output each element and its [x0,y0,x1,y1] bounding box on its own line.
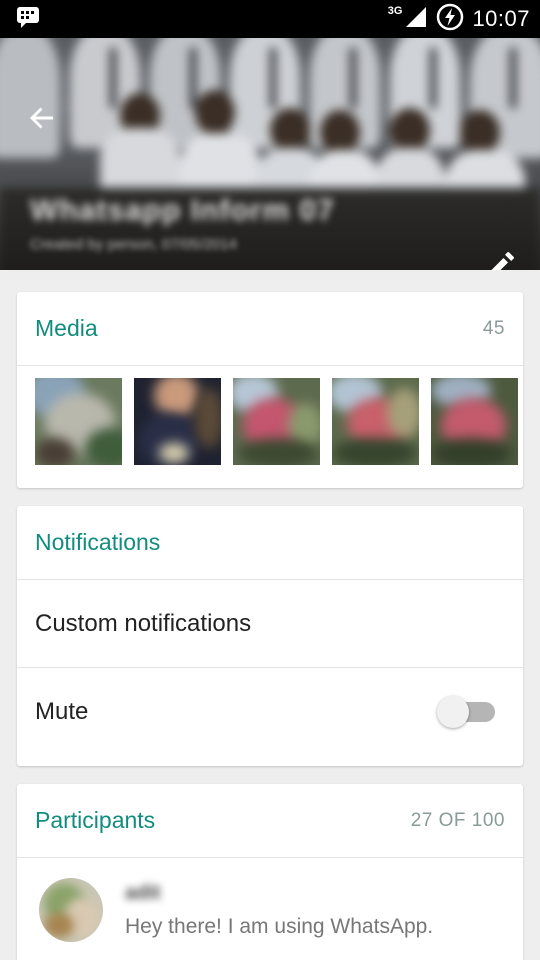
network-type: 3G [387,5,403,17]
media-header[interactable]: Media 45 [17,292,523,366]
media-thumbnails [17,366,523,465]
status-time: 10:07 [472,6,530,31]
participant-name: adit [125,881,161,904]
group-created-by: Created by person, 07/05/2014 [30,236,237,253]
participants-header: Participants 27 OF 100 [17,784,523,858]
bbm-chat-icon [16,5,40,34]
media-thumb[interactable] [233,378,320,465]
media-thumb[interactable] [431,378,518,465]
media-thumb[interactable] [134,378,221,465]
media-card: Media 45 [17,292,523,488]
group-name: Whatsapp Inform 07 [30,194,335,227]
status-bar: 3G 10:07 [0,0,540,38]
participant-item[interactable]: adit Hey there! I am using WhatsApp. [17,858,523,960]
group-header-photo[interactable]: Whatsapp Inform 07 Created by person, 07… [0,38,540,270]
custom-notifications-row[interactable]: Custom notifications [17,580,523,668]
battery-charging-icon [436,3,464,36]
custom-notifications-label: Custom notifications [35,609,252,637]
media-count: 45 [482,317,505,339]
participants-title: Participants [35,807,156,833]
media-title: Media [35,315,98,341]
arrow-back-icon [28,104,56,137]
participant-status: Hey there! I am using WhatsApp. [125,914,434,938]
edit-group-button[interactable] [482,246,522,270]
signal-icon [404,5,428,34]
avatar[interactable] [39,878,103,942]
mute-label: Mute [35,698,89,725]
mute-toggle[interactable] [437,696,497,728]
mute-row[interactable]: Mute [17,668,523,756]
media-thumb[interactable] [332,378,419,465]
back-button[interactable] [22,100,62,140]
toggle-knob [437,696,469,728]
media-thumb[interactable] [35,378,122,465]
participants-count: 27 OF 100 [410,809,505,831]
pencil-icon [487,249,517,270]
participants-card: Participants 27 OF 100 adit Hey there! I… [17,784,523,960]
notifications-card: Notifications Custom notifications Mute [17,506,523,766]
notifications-header: Notifications [17,506,523,580]
notifications-title: Notifications [35,529,161,555]
